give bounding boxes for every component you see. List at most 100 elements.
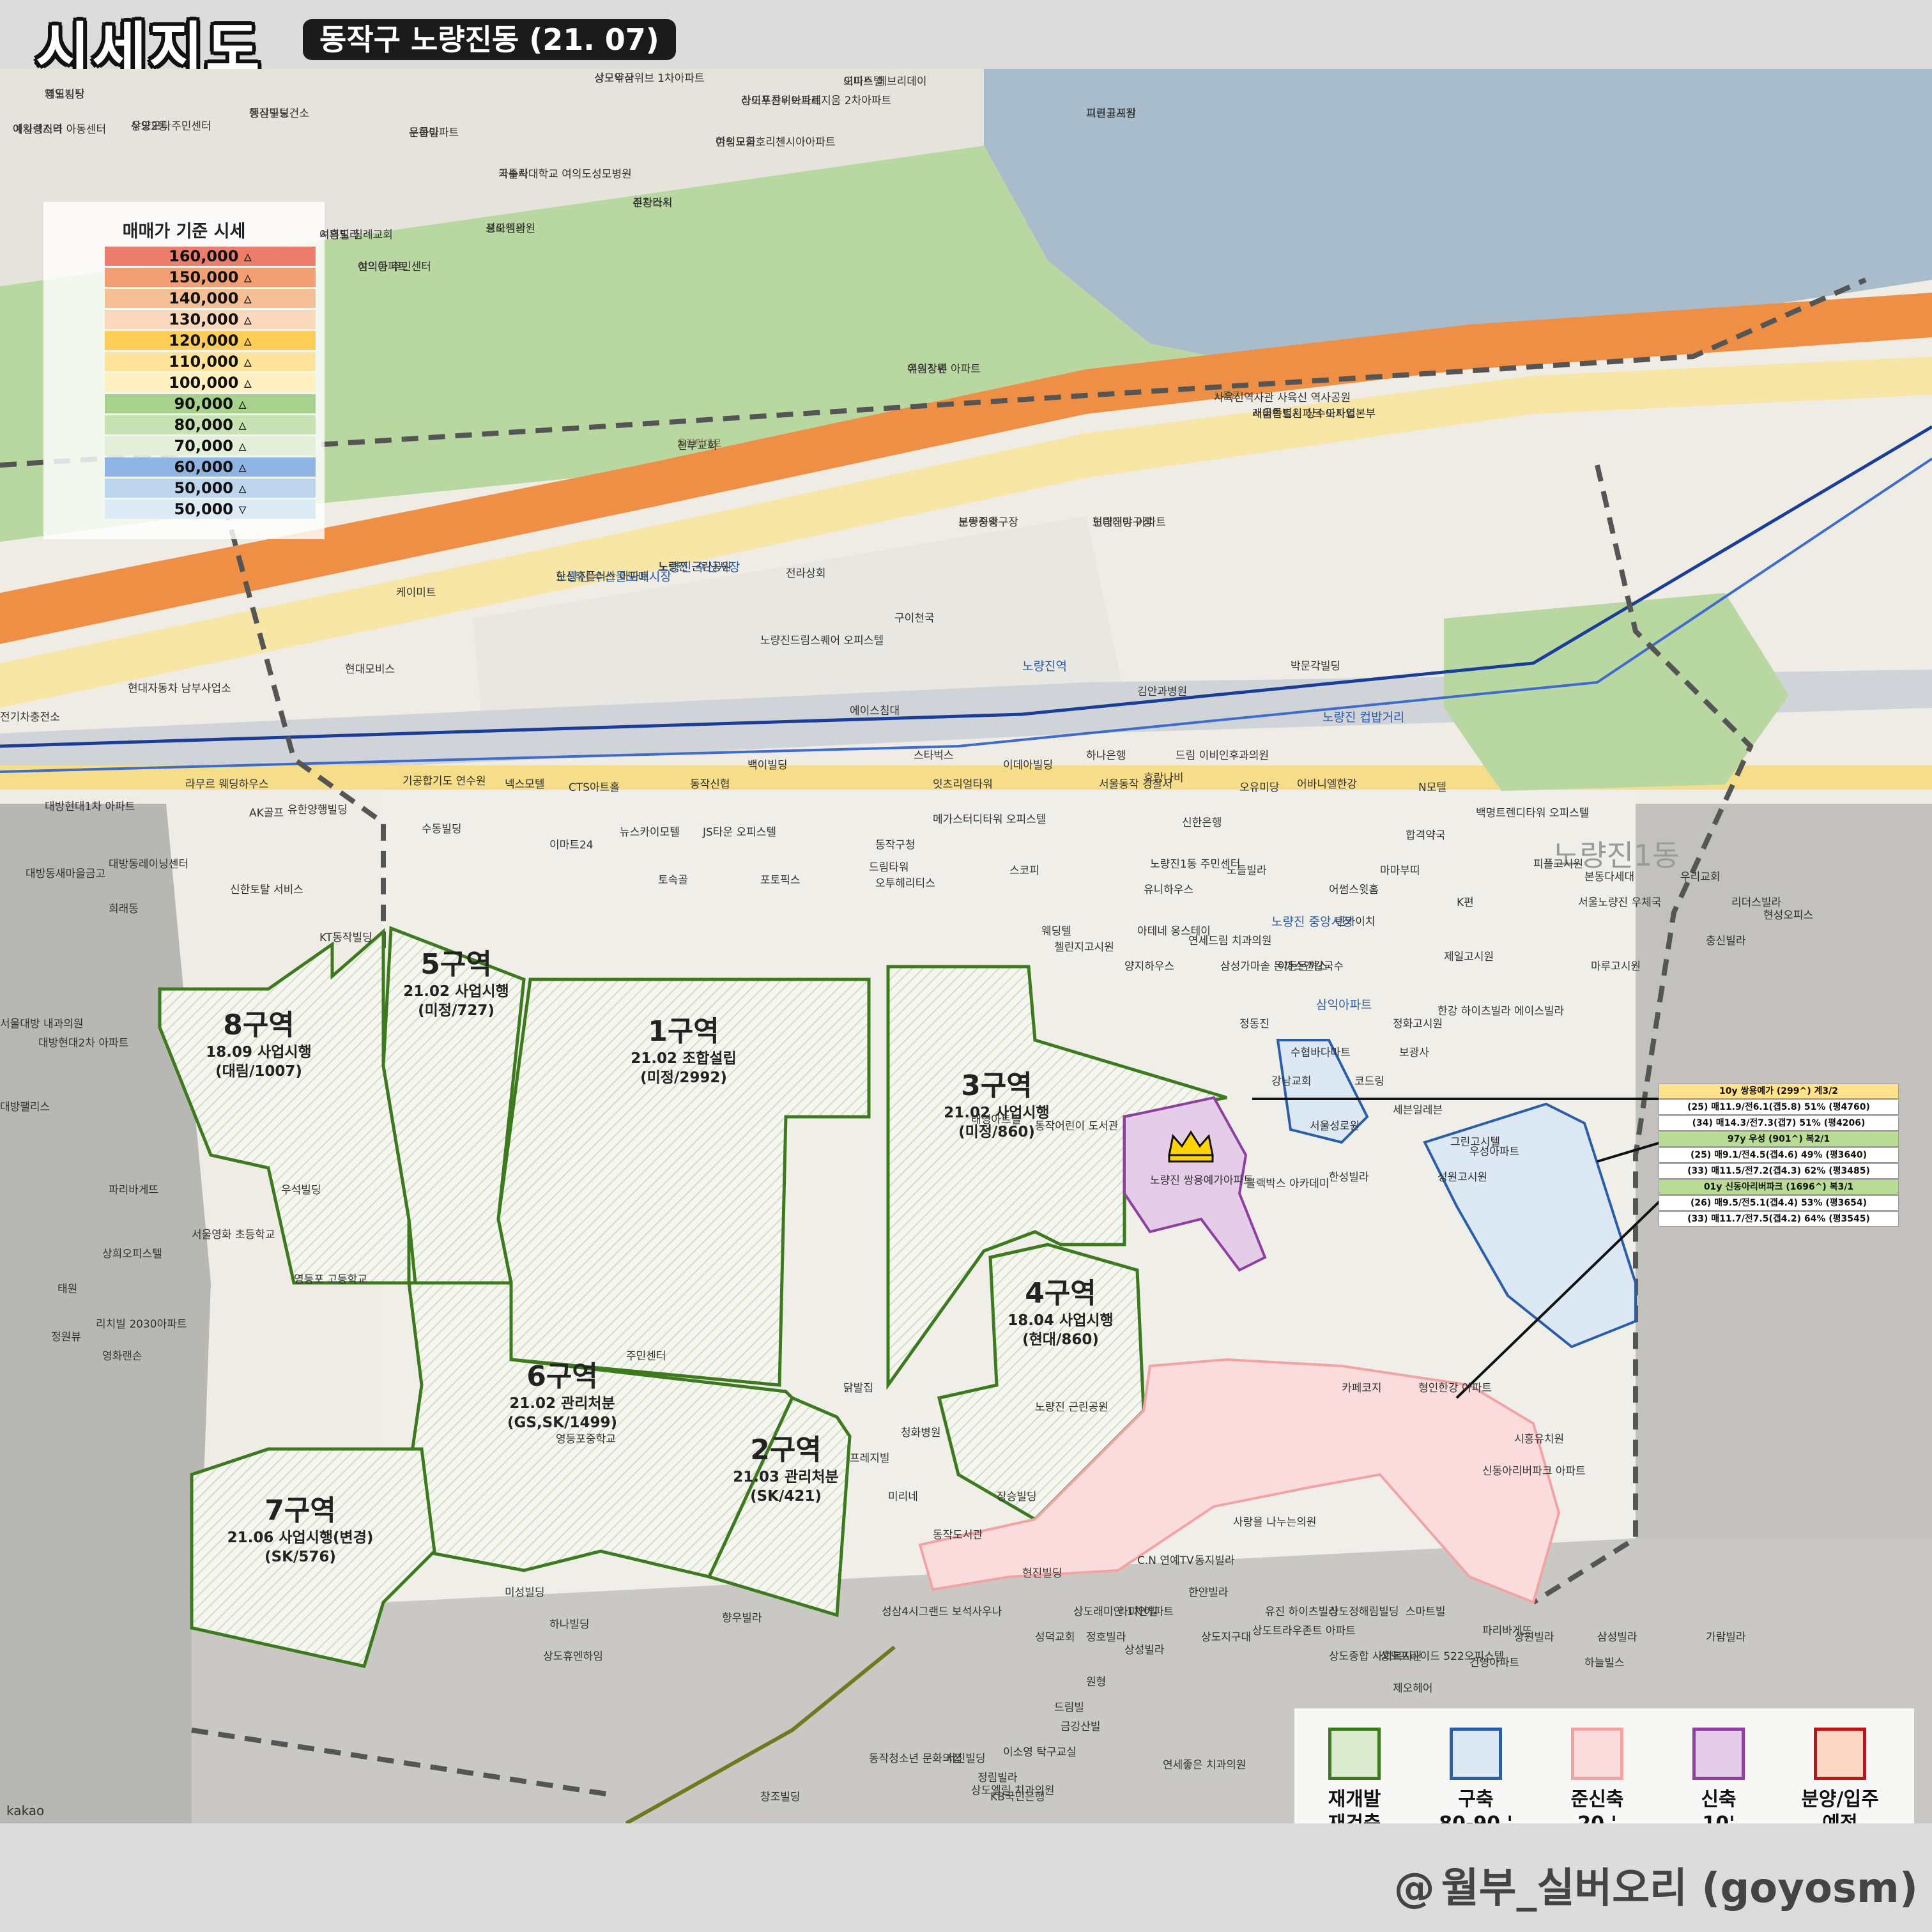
map-place-label[interactable]: 제오헤어: [1393, 1679, 1433, 1695]
map-place-label[interactable]: 상도두산위브트레지움 2차아파트: [741, 91, 891, 107]
map-place-label[interactable]: 코드링: [1354, 1072, 1384, 1088]
map-place-label[interactable]: 박문각빌딩: [1291, 657, 1340, 673]
map-place-label[interactable]: 드림빌: [1054, 1698, 1084, 1714]
map-place-label[interactable]: 상도엘림 치과의원: [971, 1781, 1055, 1797]
map-place-label[interactable]: 영화랜손: [102, 1347, 142, 1363]
map-place-label[interactable]: 영도시장: [45, 85, 85, 101]
map-place-label[interactable]: 금강산빌: [1061, 1717, 1101, 1733]
map-place-label[interactable]: 하나빌딩: [549, 1615, 590, 1631]
map-place-label[interactable]: 기공합기도 연수원: [402, 772, 486, 788]
map-place-label[interactable]: 웨딩텔: [1041, 922, 1071, 938]
map-place-label[interactable]: 연세드림 치과의원: [1188, 931, 1272, 947]
map-place-label[interactable]: 시흥빌라: [319, 226, 360, 241]
map-place-label[interactable]: 서울대방 내과의원: [0, 1015, 84, 1031]
map-place-label[interactable]: 주민센터: [626, 1347, 666, 1363]
map-place-label[interactable]: 그린고시텔: [1450, 1133, 1500, 1149]
map-place-label[interactable]: 정호빌라: [1086, 1628, 1126, 1644]
map-place-label[interactable]: 희래동: [109, 900, 139, 916]
map-place-label[interactable]: 프레지빌: [850, 1449, 890, 1465]
map-place-label[interactable]: 동지빌라: [1195, 1551, 1235, 1567]
map-place-label[interactable]: 태원: [57, 1280, 77, 1296]
map-place-label[interactable]: 한얀빌라: [1188, 1583, 1229, 1599]
map-place-label[interactable]: 원형: [1086, 1673, 1106, 1689]
map-place-label[interactable]: 포토픽스: [760, 871, 801, 887]
map-place-label[interactable]: 청화병원: [901, 1423, 941, 1439]
map-place-label[interactable]: 유원강변 아파트: [907, 360, 981, 376]
map-place-label[interactable]: 두롭빌: [409, 123, 439, 139]
map-place-label[interactable]: 연세좋은 치과의원: [1163, 1756, 1246, 1772]
map-place-label[interactable]: 노량진 근린공원: [1035, 1398, 1108, 1414]
map-place-label[interactable]: 상성빌라: [1124, 1641, 1165, 1657]
map-place-label[interactable]: 이소영 탁구교실: [1003, 1743, 1077, 1759]
map-place-label[interactable]: 충신빌라: [1706, 931, 1746, 947]
map-place-label[interactable]: 수동빌딩: [422, 820, 462, 836]
map-place-label[interactable]: 본동중앙: [958, 513, 999, 529]
map-place-label[interactable]: 상원빌라: [1514, 1628, 1554, 1644]
map-place-label[interactable]: 영등포중학교: [556, 1430, 616, 1446]
map-place-label[interactable]: 한성빌라: [1329, 1168, 1369, 1184]
map-place-label[interactable]: 어썸스윗홈: [1329, 880, 1379, 896]
map-place-label[interactable]: 래미안트윈파크 아파트: [1252, 404, 1356, 420]
map-place-label[interactable]: 구이천국: [894, 609, 935, 625]
map-place-label[interactable]: 삼익아파트: [358, 257, 408, 273]
map-place-label[interactable]: 가람빌라: [1706, 1628, 1746, 1644]
map-place-label[interactable]: 국수사: [498, 165, 528, 181]
map-place-label[interactable]: 정화고시원: [1393, 1015, 1443, 1031]
map-place-label[interactable]: JS타운 오피스텔: [703, 823, 776, 839]
map-place-label[interactable]: 마마부띠: [1380, 861, 1420, 877]
map-place-label[interactable]: 메가스터디타워 오피스텔: [933, 810, 1046, 826]
map-place-label[interactable]: 스코피: [1009, 861, 1039, 877]
map-place-label[interactable]: 하늘빌스: [1584, 1653, 1625, 1669]
map-place-label[interactable]: 영등포 고등학교: [294, 1270, 367, 1286]
map-place-label[interactable]: 현대자동차 남부사업소: [128, 679, 231, 695]
map-place-label[interactable]: 동작구청: [875, 836, 916, 852]
map-place-label[interactable]: 상도트라우존트 아파트: [1252, 1621, 1356, 1637]
map-place-label[interactable]: 정동진: [1239, 1015, 1269, 1031]
map-place-label[interactable]: 첼린지고시원: [1054, 938, 1114, 954]
map-place-label[interactable]: AK골프: [249, 804, 284, 820]
map-place-label[interactable]: 노량진역: [1022, 657, 1067, 674]
map-place-label[interactable]: 미성빌딩: [505, 1583, 545, 1599]
map-place-label[interactable]: 동작도서관: [933, 1526, 983, 1542]
map-place-label[interactable]: 미리네: [888, 1487, 918, 1503]
map-place-label[interactable]: 드림 이비인후과의원: [1176, 746, 1269, 762]
map-place-label[interactable]: 잇츠리얼타워: [933, 775, 993, 791]
map-place-label[interactable]: 서울성로원: [1310, 1117, 1360, 1133]
map-place-label[interactable]: 상도두산위브 1차아파트: [594, 69, 705, 85]
map-place-label[interactable]: N모텔: [1418, 778, 1446, 794]
map-place-label[interactable]: 이데아빌딩: [1003, 756, 1053, 772]
map-place-label[interactable]: 이마트 에브리데이: [843, 72, 927, 88]
map-place-label[interactable]: 에이스빌라: [1514, 1002, 1564, 1018]
map-place-label[interactable]: 한신휴플러스 아파트: [556, 567, 649, 583]
map-place-label[interactable]: 현대대방 아파트: [1092, 513, 1166, 529]
map-place-label[interactable]: 동작어린이 도서관: [1035, 1117, 1119, 1133]
map-place-label[interactable]: 동작신협: [690, 775, 730, 791]
map-place-label[interactable]: 예사랑지역 아동센터: [13, 120, 106, 136]
map-place-label[interactable]: 상도2동 주민센터: [131, 117, 211, 133]
map-place-label[interactable]: 백명트렌디타워 오피스텔: [1476, 804, 1589, 820]
map-place-label[interactable]: 사랑을 나누는의원: [1233, 1513, 1317, 1529]
map-place-label[interactable]: 대방현대1차 아파트: [45, 797, 135, 813]
map-place-label[interactable]: 현진빌딩: [1022, 1564, 1062, 1580]
map-place-label[interactable]: 텐카이치: [1335, 912, 1376, 928]
map-place-label[interactable]: 스마트빌: [1406, 1602, 1446, 1618]
map-place-label[interactable]: 유니하우스: [1144, 880, 1193, 896]
map-place-label[interactable]: 대방현대2차 아파트: [38, 1034, 128, 1050]
map-place-label[interactable]: 향우빌라: [722, 1609, 762, 1625]
map-place-label[interactable]: 합격약국: [1406, 826, 1446, 842]
map-place-label[interactable]: 이든돈까스: [1278, 957, 1328, 973]
map-place-label[interactable]: 노량진 컵밥거리: [1322, 708, 1404, 725]
map-place-label[interactable]: 토속골: [658, 871, 688, 887]
map-place-label[interactable]: 동작청소년 문화의집: [869, 1749, 962, 1765]
map-place-label[interactable]: 상도휴엔하임: [543, 1647, 603, 1663]
map-place-label[interactable]: 우리교회: [1680, 868, 1721, 884]
map-place-label[interactable]: 한강 하이츠빌라: [1438, 1002, 1511, 1018]
map-place-label[interactable]: 수협바다마트: [1291, 1043, 1351, 1059]
map-place-label[interactable]: 라미안빌: [1118, 1602, 1158, 1618]
map-place-label[interactable]: 넥스모텔: [505, 775, 545, 791]
map-place-label[interactable]: 성삼4시그랜드 보석사우나: [882, 1602, 1002, 1618]
map-place-label[interactable]: 시흥유치원: [1514, 1430, 1564, 1446]
map-place-label[interactable]: 파리바게뜨: [109, 1181, 158, 1197]
map-place-label[interactable]: 천부교회: [677, 436, 717, 452]
map-place-label[interactable]: 양지하우스: [1124, 957, 1174, 973]
